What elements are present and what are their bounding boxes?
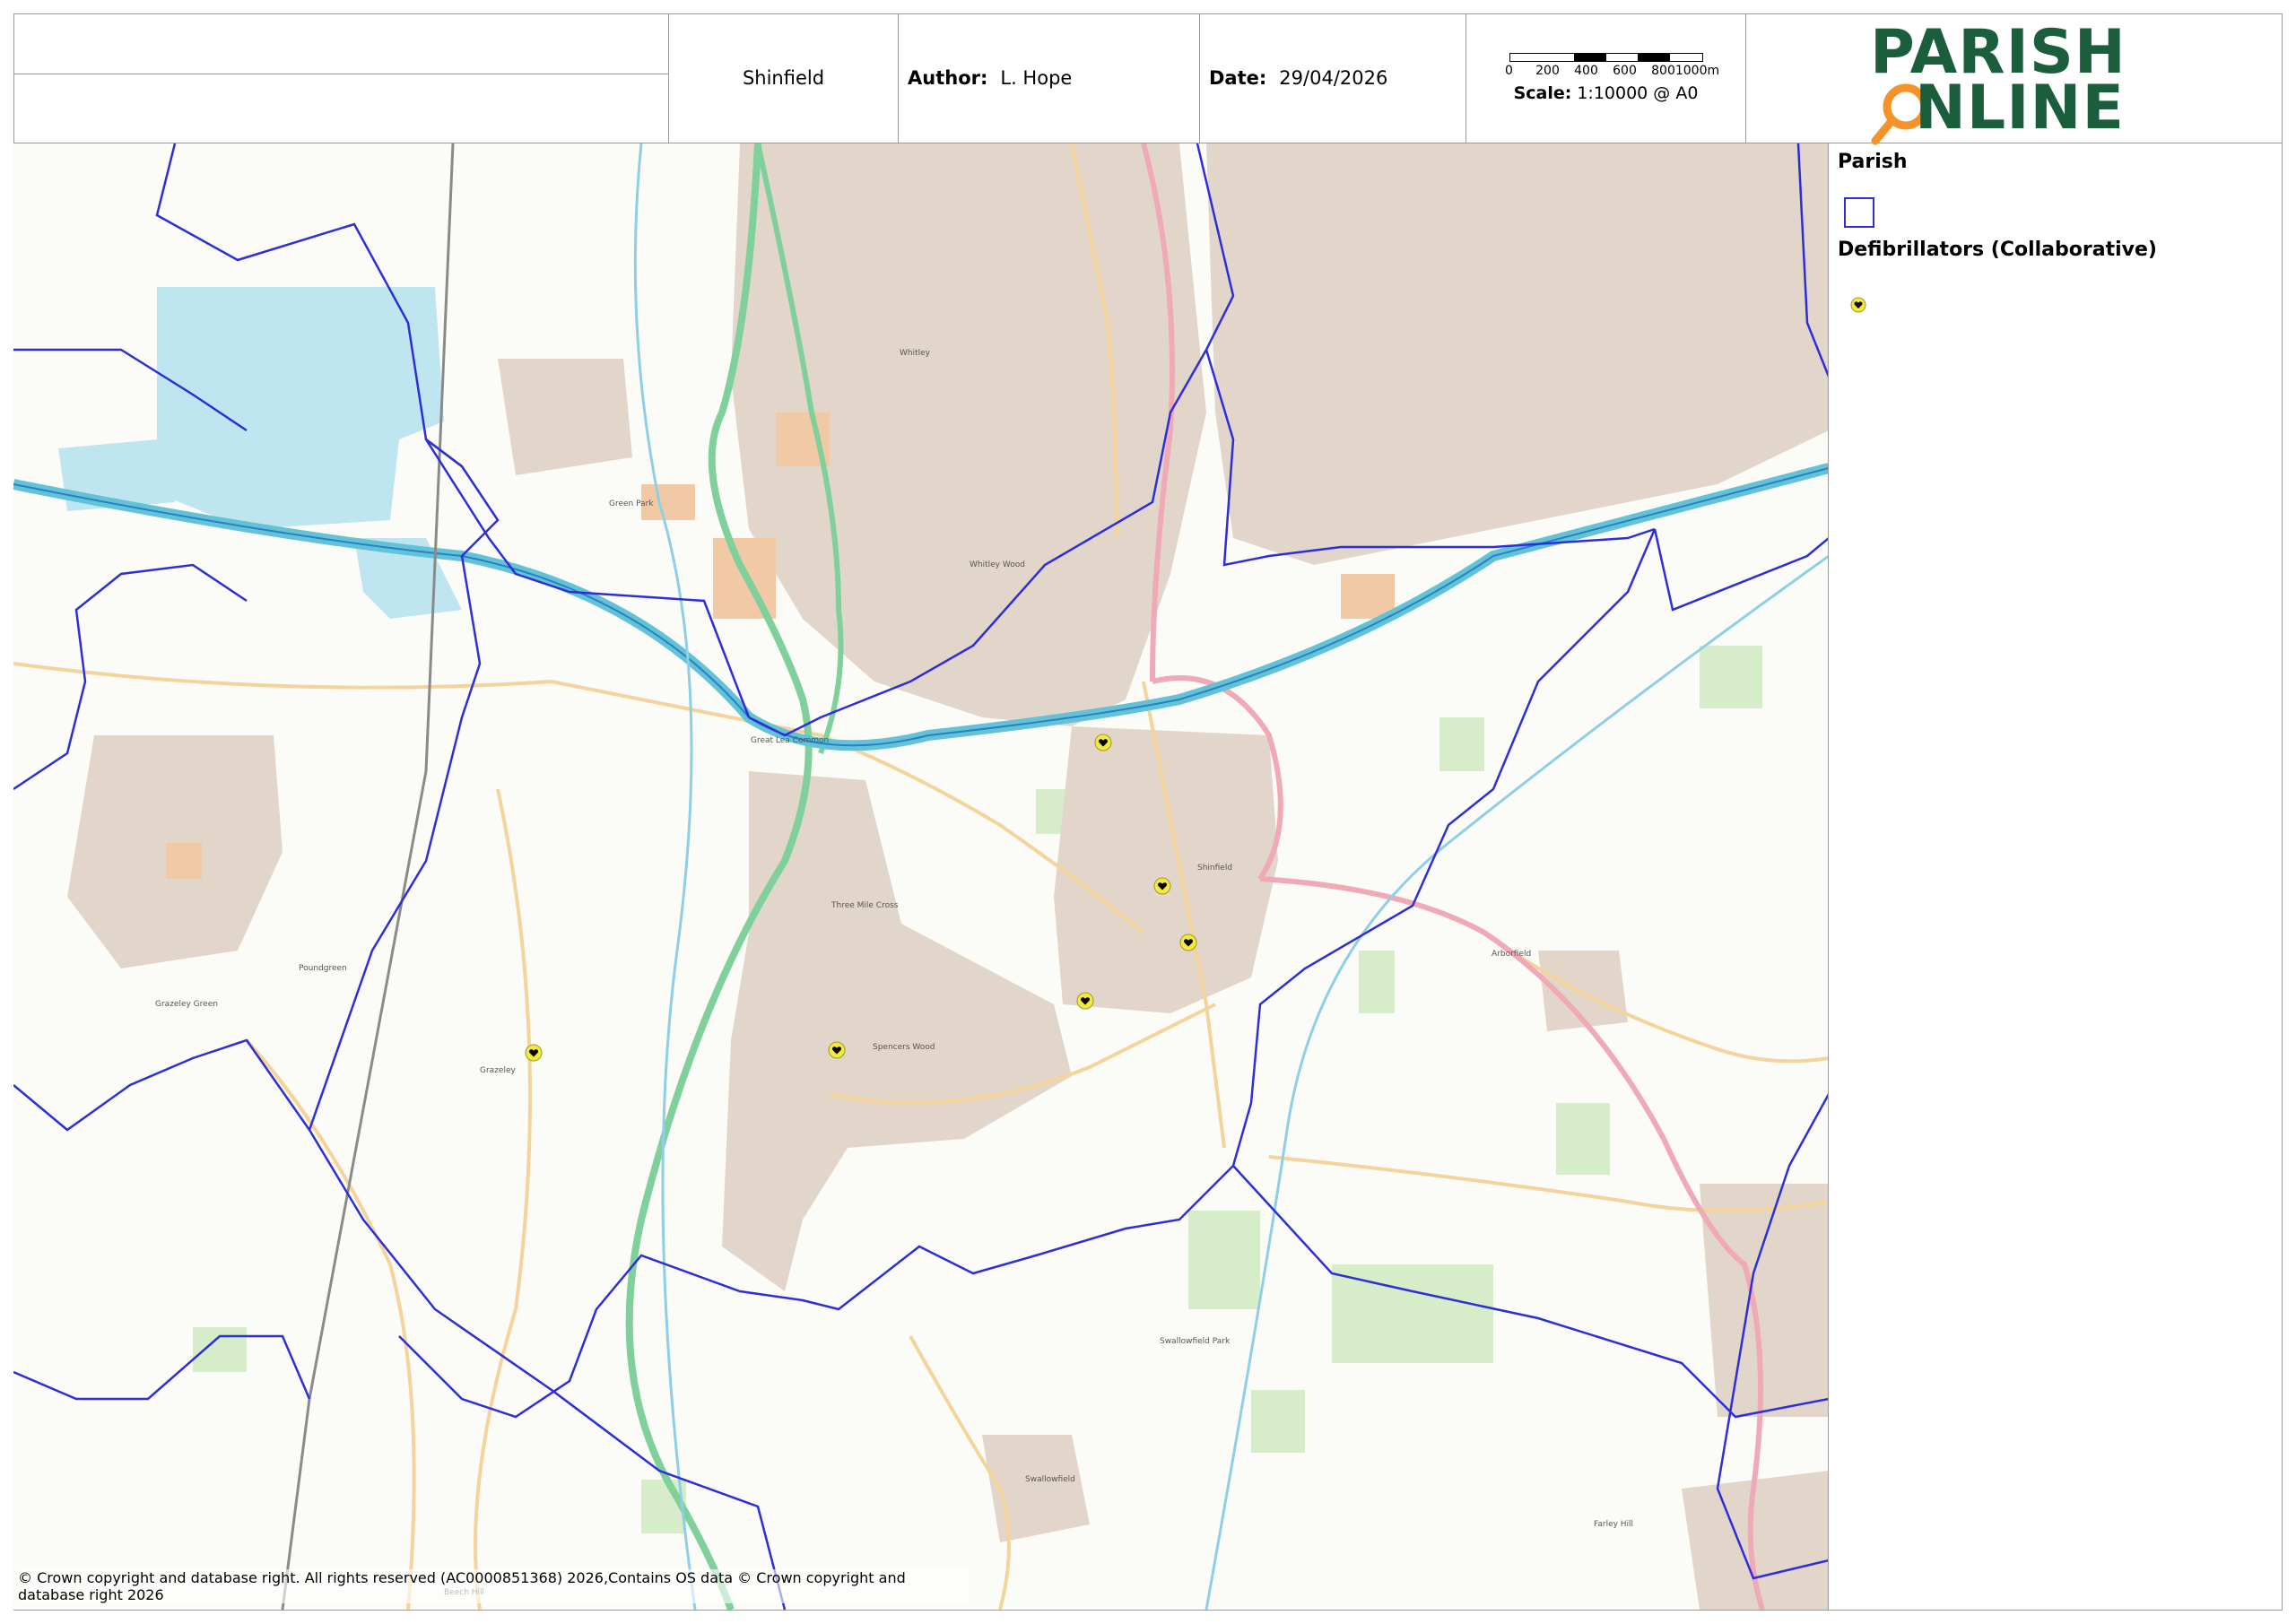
logo-line-2-text: NLINE — [1915, 73, 2125, 143]
scale-tick: 200 — [1535, 64, 1560, 78]
parish-name-cell: Shinfield — [668, 13, 898, 143]
legend-parish-heading: Parish — [1838, 151, 1908, 173]
scale-tick: 600 — [1613, 64, 1637, 78]
map-base — [13, 143, 1828, 1610]
scale-tick: 0 — [1505, 64, 1513, 78]
date-label: Date: — [1209, 67, 1267, 89]
parish-online-logo: PARISH NLINE — [1870, 17, 2148, 145]
scale-cell: 0 200 400 600 800 1000m Scale: 1:10000 @ … — [1465, 13, 1745, 143]
title-bar: Shinfield Author: L. Hope Date: 29/04/20… — [13, 13, 2283, 145]
scale-tick: 400 — [1574, 64, 1598, 78]
parish-boundary-swatch — [1844, 197, 1874, 228]
copyright-notice: © Crown copyright and database right. Al… — [18, 1569, 969, 1603]
author-label: Author: — [908, 67, 988, 89]
scale-tick: 800 — [1651, 64, 1675, 78]
heart-pin-icon — [1850, 297, 1866, 313]
map-canvas[interactable]: Whitley Whitley Wood Green Park Great Le… — [13, 143, 1829, 1610]
author-value: L. Hope — [1000, 67, 1073, 89]
scale-text: Scale: 1:10000 @ A0 — [1514, 83, 1699, 103]
scale-value: 1:10000 @ A0 — [1577, 83, 1699, 103]
logo-line-2: NLINE — [1870, 73, 2148, 145]
title-block — [13, 13, 668, 143]
scale-bar — [1509, 53, 1703, 62]
scale-label: Scale: — [1513, 83, 1572, 103]
legend-panel: Parish Defibrillators (Collaborative) — [1829, 143, 2283, 1610]
author-cell: Author: L. Hope — [898, 13, 1199, 143]
date-cell: Date: 29/04/2026 — [1199, 13, 1465, 143]
scale-ticks: 0 200 400 600 800 1000m — [1499, 64, 1719, 78]
legend-defib-heading: Defibrillators (Collaborative) — [1838, 239, 2157, 261]
date-value: 29/04/2026 — [1279, 67, 1388, 89]
scale-tick: 1000m — [1674, 64, 1720, 78]
parish-name: Shinfield — [742, 67, 825, 89]
